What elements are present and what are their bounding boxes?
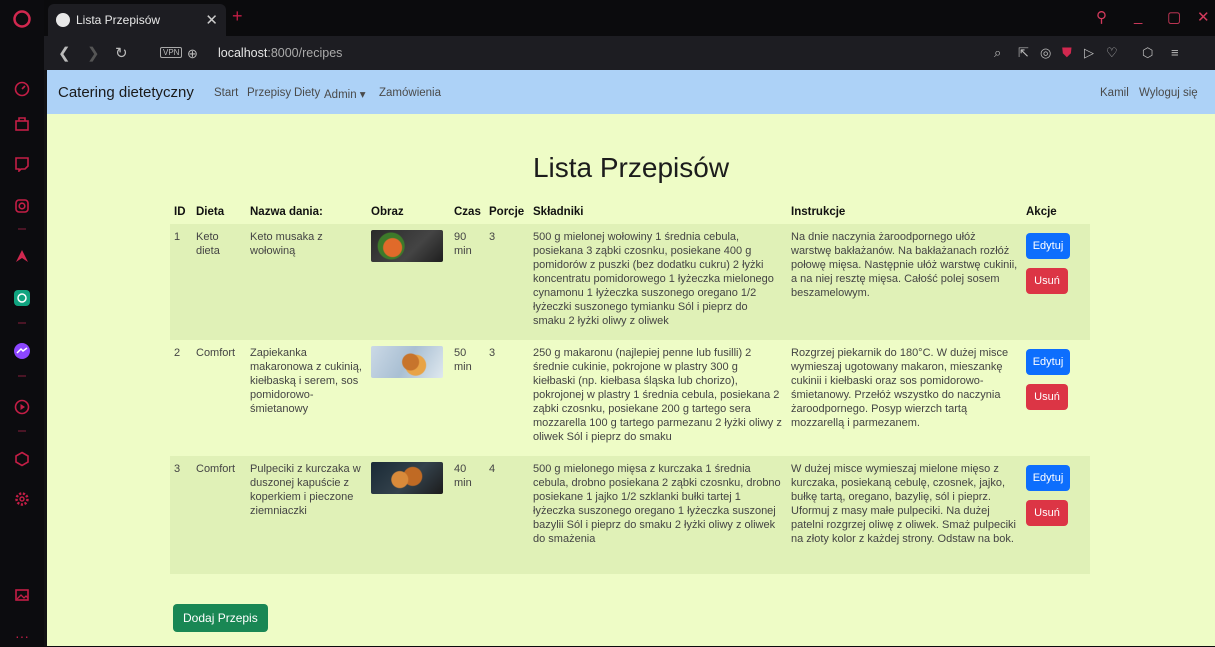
- cell-time: 90 min: [450, 224, 485, 340]
- new-tab-icon[interactable]: +: [232, 6, 243, 27]
- col-header-akcje: Akcje: [1026, 206, 1057, 218]
- cell-ingredients: 500 g mielonej wołowiny 1 średnia cebula…: [529, 224, 787, 340]
- table-row: 1 Keto dieta Keto musaka z wołowiną 90 m…: [170, 224, 1090, 340]
- cell-id: 1: [170, 224, 192, 340]
- minimize-icon[interactable]: _: [1134, 8, 1142, 25]
- cell-id: 2: [170, 340, 192, 456]
- box-icon[interactable]: [11, 448, 33, 470]
- opera-logo-icon[interactable]: [11, 8, 33, 30]
- cell-portions: 3: [485, 224, 529, 340]
- dish-photo-pulpeciki: [371, 462, 443, 494]
- nav-zamowienia[interactable]: Zamówienia: [379, 87, 441, 99]
- reload-icon[interactable]: ↻: [115, 44, 128, 62]
- instagram-icon[interactable]: [11, 195, 33, 217]
- add-recipe-button[interactable]: Dodaj Przepis: [173, 604, 268, 632]
- sidebar-separator: [18, 228, 26, 230]
- snapshot-camera-icon[interactable]: ◎: [1040, 45, 1051, 61]
- player-icon[interactable]: [11, 396, 33, 418]
- cell-time: 50 min: [450, 340, 485, 456]
- dish-photo-musaka: [371, 230, 443, 262]
- cell-diet: Keto dieta: [192, 224, 246, 340]
- delete-button[interactable]: Usuń: [1026, 500, 1068, 526]
- col-header-id: ID: [174, 206, 186, 218]
- menu-icon[interactable]: ≡: [1171, 45, 1179, 60]
- cell-diet: Comfort: [192, 456, 246, 574]
- browser-sidebar: ···: [0, 0, 44, 646]
- settings-gear-icon[interactable]: [11, 488, 33, 510]
- edit-button[interactable]: Edytuj: [1026, 349, 1070, 375]
- brand-link[interactable]: Catering dietetyczny: [58, 84, 194, 101]
- search-tabs-icon[interactable]: ⚲: [1096, 8, 1107, 26]
- cell-portions: 3: [485, 340, 529, 456]
- tab-title: Lista Przepisów: [76, 13, 161, 27]
- forward-icon[interactable]: ❯: [87, 44, 100, 62]
- send-icon[interactable]: ▷: [1084, 45, 1094, 61]
- col-header-skladniki: Składniki: [533, 206, 584, 218]
- page-title: Lista Przepisów: [532, 152, 730, 183]
- col-header-porcje: Porcje: [489, 206, 525, 218]
- extensions-cube-icon[interactable]: ⬡: [1142, 45, 1153, 61]
- delete-button[interactable]: Usuń: [1026, 268, 1068, 294]
- shield-icon[interactable]: ⛊: [1062, 45, 1072, 61]
- table-row: 3 Comfort Pulpeciki z kurczaka w duszone…: [170, 456, 1090, 574]
- chatgpt-icon[interactable]: [11, 287, 33, 309]
- speed-dial-icon[interactable]: [11, 78, 33, 100]
- vpn-badge[interactable]: VPN: [160, 47, 183, 58]
- col-header-dieta: Dieta: [196, 206, 225, 218]
- edit-button[interactable]: Edytuj: [1026, 233, 1070, 259]
- cell-instructions: Na dnie naczynia żaroodpornego ułóż wars…: [787, 224, 1022, 340]
- globe-favicon-icon: [56, 13, 70, 27]
- cell-ingredients: 500 g mielonego mięsa z kurczaka 1 średn…: [529, 456, 787, 574]
- cell-name: Zapiekanka makaronowa z cukinią, kiełbas…: [246, 340, 367, 456]
- cell-name: Pulpeciki z kurczaka w duszonej kapuście…: [246, 456, 367, 574]
- url-field[interactable]: localhost:8000/recipes: [218, 46, 342, 60]
- cell-ingredients: 250 g makaronu (najlepiej penne lub fusi…: [529, 340, 787, 456]
- table-row: 2 Comfort Zapiekanka makaronowa z cukini…: [170, 340, 1090, 456]
- sidebar-separator: [18, 430, 26, 432]
- recipes-table: ID Dieta Nazwa dania: Obraz Czas Porcje …: [170, 202, 1090, 574]
- more-options-icon[interactable]: ···: [11, 625, 33, 647]
- tab-lista-przepisow[interactable]: Lista Przepisów ✕: [48, 4, 226, 36]
- page-viewport: Catering dietetyczny Start Przepisy Diet…: [44, 70, 1215, 646]
- nav-logout[interactable]: Wyloguj się: [1139, 87, 1198, 99]
- nav-user[interactable]: Kamil: [1100, 87, 1129, 99]
- heart-icon[interactable]: ♡: [1106, 45, 1118, 61]
- table-header-row: ID Dieta Nazwa dania: Obraz Czas Porcje …: [170, 202, 1090, 224]
- col-header-nazwa: Nazwa dania:: [250, 206, 323, 218]
- col-header-obraz: Obraz: [371, 206, 404, 218]
- edit-button[interactable]: Edytuj: [1026, 465, 1070, 491]
- tab-strip: Lista Przepisów ✕ + ⚲ _ ▢ ✕: [44, 0, 1215, 36]
- address-bar: ❮ ❯ ↻ VPN ⊕ localhost:8000/recipes ⌕ ⇱ ◎…: [44, 36, 1215, 70]
- cell-instructions: Rozgrzej piekarnik do 180°C. W dużej mis…: [787, 340, 1022, 456]
- twitch-icon[interactable]: [11, 153, 33, 175]
- messenger-icon[interactable]: [11, 340, 33, 362]
- sidebar-separator: [18, 375, 26, 377]
- aria-icon[interactable]: [11, 245, 33, 267]
- share-icon[interactable]: ⇱: [1018, 45, 1029, 61]
- nav-diety[interactable]: Diety: [294, 87, 320, 99]
- dish-photo-zapiekanka: [371, 346, 443, 378]
- close-window-icon[interactable]: ✕: [1197, 8, 1210, 26]
- close-tab-icon[interactable]: ✕: [205, 11, 218, 29]
- col-header-instrukcje: Instrukcje: [791, 206, 846, 218]
- cell-portions: 4: [485, 456, 529, 574]
- site-info-globe-icon[interactable]: ⊕: [187, 46, 198, 62]
- maximize-icon[interactable]: ▢: [1167, 8, 1181, 26]
- cell-time: 40 min: [450, 456, 485, 574]
- delete-button[interactable]: Usuń: [1026, 384, 1068, 410]
- cell-diet: Comfort: [192, 340, 246, 456]
- cell-name: Keto musaka z wołowiną: [246, 224, 367, 340]
- nav-admin-dropdown[interactable]: Admin ▾: [324, 87, 366, 101]
- back-icon[interactable]: ❮: [58, 44, 71, 62]
- site-navbar: Catering dietetyczny Start Przepisy Diet…: [47, 70, 1215, 114]
- search-icon[interactable]: ⌕: [994, 45, 1001, 61]
- cell-instructions: W dużej misce wymieszaj mielone mięso z …: [787, 456, 1022, 574]
- gallery-icon[interactable]: [11, 584, 33, 606]
- nav-start[interactable]: Start: [214, 87, 238, 99]
- shopping-bag-icon[interactable]: [11, 112, 33, 134]
- cell-id: 3: [170, 456, 192, 574]
- nav-przepisy[interactable]: Przepisy: [247, 87, 291, 99]
- col-header-czas: Czas: [454, 206, 481, 218]
- sidebar-separator: [18, 322, 26, 324]
